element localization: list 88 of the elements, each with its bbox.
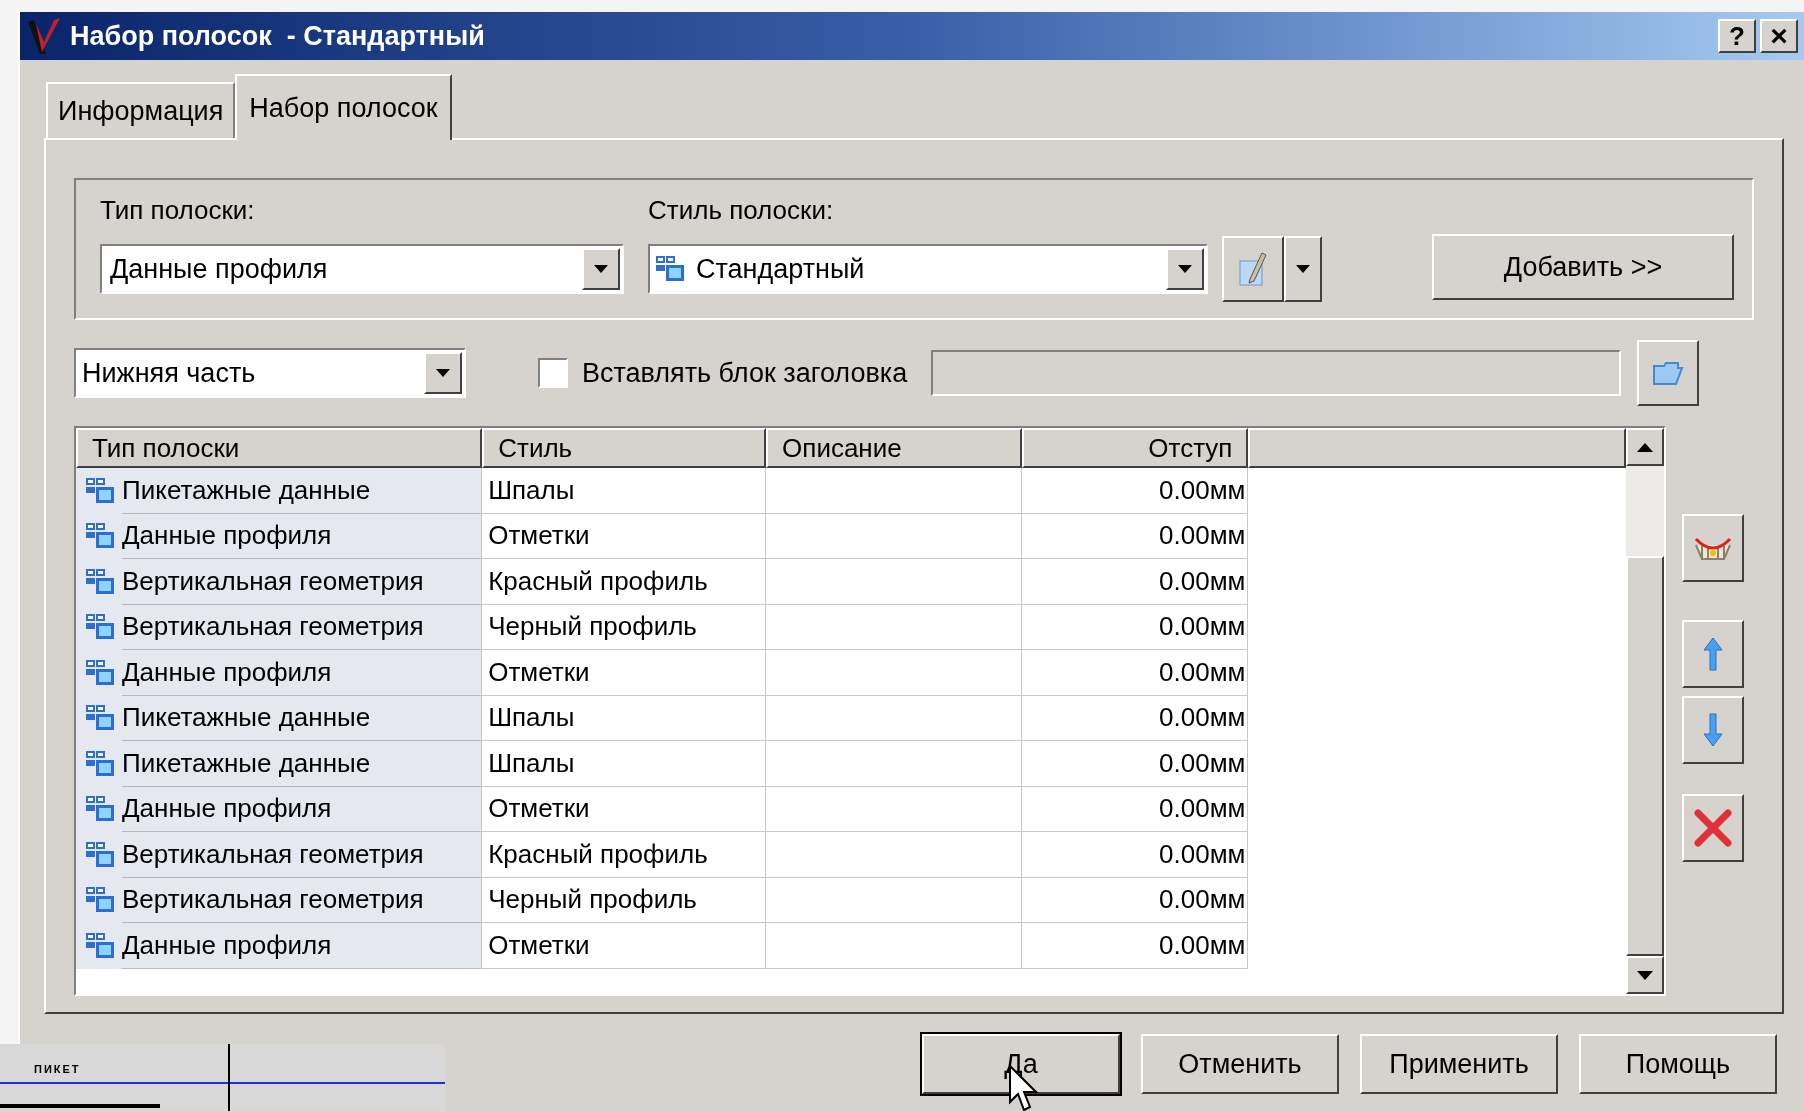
- table-cell: Шпалы: [482, 468, 767, 514]
- band-icon: [86, 932, 116, 959]
- table-cell: Красный профиль: [482, 832, 767, 878]
- folder-button[interactable]: [1637, 340, 1700, 406]
- table-cell: 0.00мм: [1022, 513, 1249, 559]
- table-cell: Отметки: [482, 650, 767, 696]
- table-cell: Пикетажные данные: [122, 468, 482, 514]
- dropdown-value: Нижняя часть: [81, 356, 257, 390]
- table-cell: 0.00мм: [1022, 923, 1249, 969]
- edit-style-button[interactable]: [1222, 236, 1284, 302]
- table-cell: Отметки: [482, 786, 767, 832]
- caret-icon: [1296, 265, 1310, 273]
- table-cell: 0.00мм: [1022, 695, 1249, 741]
- dialog-button[interactable]: Отменить: [1141, 1034, 1339, 1094]
- curve-button[interactable]: [1682, 514, 1744, 582]
- table-cell: Красный профиль: [482, 559, 767, 605]
- table-cell: 0.00мм: [1022, 604, 1249, 650]
- arrow-down-icon: [1702, 712, 1724, 748]
- table-cell: 0.00мм: [1022, 741, 1249, 787]
- table-cell: 0.00мм: [1022, 468, 1249, 514]
- scroll-up-icon: [1637, 442, 1653, 452]
- close-button[interactable]: ×: [1760, 19, 1798, 53]
- field-label: Стиль полоски:: [648, 194, 835, 227]
- scrollbar[interactable]: [1626, 428, 1664, 994]
- band-type-dropdown[interactable]: Данные профиля: [100, 244, 624, 294]
- band-icon: [86, 796, 116, 823]
- app-logo-icon: [26, 16, 62, 56]
- location-dropdown[interactable]: Нижняя часть: [74, 348, 466, 398]
- checkbox-label: Вставлять блок заголовка: [582, 356, 908, 390]
- scroll-down-icon: [1637, 970, 1653, 980]
- band-icon: [86, 614, 116, 641]
- band-icon: [86, 523, 116, 550]
- band-icon: [86, 477, 116, 504]
- window-title: Набор полосок - Стандартный: [70, 19, 485, 53]
- add-button[interactable]: Добавить >>: [1432, 234, 1734, 300]
- field-label: Тип полоски:: [100, 194, 256, 227]
- dialog-button[interactable]: Применить: [1360, 1034, 1558, 1094]
- table-cell: Отметки: [482, 513, 767, 559]
- table-cell: Черный профиль: [482, 877, 767, 923]
- move-down-button[interactable]: [1682, 696, 1744, 764]
- column-header[interactable]: Тип полоски: [76, 428, 483, 468]
- caret-icon: [594, 265, 608, 273]
- table-cell: Вертикальная геометрия: [122, 832, 482, 878]
- band-icon: [86, 841, 116, 868]
- tab[interactable]: Информация: [46, 82, 236, 138]
- drawing-label: ПИКЕТ: [34, 1064, 81, 1075]
- dialog-button[interactable]: Помощь: [1579, 1034, 1777, 1094]
- table-cell: 0.00мм: [1022, 559, 1249, 605]
- table-cell: 0.00мм: [1022, 786, 1249, 832]
- table-cell: 0.00мм: [1022, 877, 1249, 923]
- dropdown-value: Стандартный: [695, 252, 866, 286]
- band-style-dropdown[interactable]: Стандартный: [648, 244, 1208, 294]
- caret-icon: [436, 369, 450, 377]
- band-icon: [86, 568, 116, 595]
- table-cell: 0.00мм: [1022, 832, 1249, 878]
- table-cell: Черный профиль: [482, 604, 767, 650]
- move-up-button[interactable]: [1682, 620, 1744, 688]
- curve-icon: [1694, 535, 1732, 561]
- table-cell: Данные профиля: [122, 923, 482, 969]
- table-cell: 0.00мм: [1022, 650, 1249, 696]
- column-header[interactable]: Описание: [766, 428, 1023, 468]
- close-icon: [1694, 809, 1732, 847]
- dropdown-button[interactable]: [582, 248, 620, 290]
- table-cell: Пикетажные данные: [122, 741, 482, 787]
- table-cell: Шпалы: [482, 741, 767, 787]
- pencil-icon: [1238, 251, 1268, 287]
- band-icon: [656, 256, 686, 282]
- band-icon: [86, 705, 116, 732]
- table-cell: Вертикальная геометрия: [122, 559, 482, 605]
- dropdown-button[interactable]: [1284, 236, 1322, 302]
- dropdown-button[interactable]: [1166, 248, 1204, 290]
- dropdown-button[interactable]: [424, 352, 462, 394]
- table-cell: Шпалы: [482, 695, 767, 741]
- checkbox[interactable]: [538, 358, 568, 388]
- help-button[interactable]: ?: [1718, 19, 1756, 53]
- column-header[interactable]: Стиль: [482, 428, 767, 468]
- folder-icon: [1652, 360, 1685, 386]
- arrow-up-icon: [1702, 636, 1724, 672]
- column-header[interactable]: Отступ: [1022, 428, 1249, 468]
- dropdown-value: Данные профиля: [109, 252, 329, 286]
- table-cell: Отметки: [482, 923, 767, 969]
- band-icon: [86, 750, 116, 777]
- delete-button[interactable]: [1682, 794, 1744, 862]
- band-icon: [86, 887, 116, 914]
- tab[interactable]: Набор полосок: [235, 74, 452, 140]
- band-icon: [86, 659, 116, 686]
- table-cell: Данные профиля: [122, 650, 482, 696]
- caret-icon: [1178, 265, 1192, 273]
